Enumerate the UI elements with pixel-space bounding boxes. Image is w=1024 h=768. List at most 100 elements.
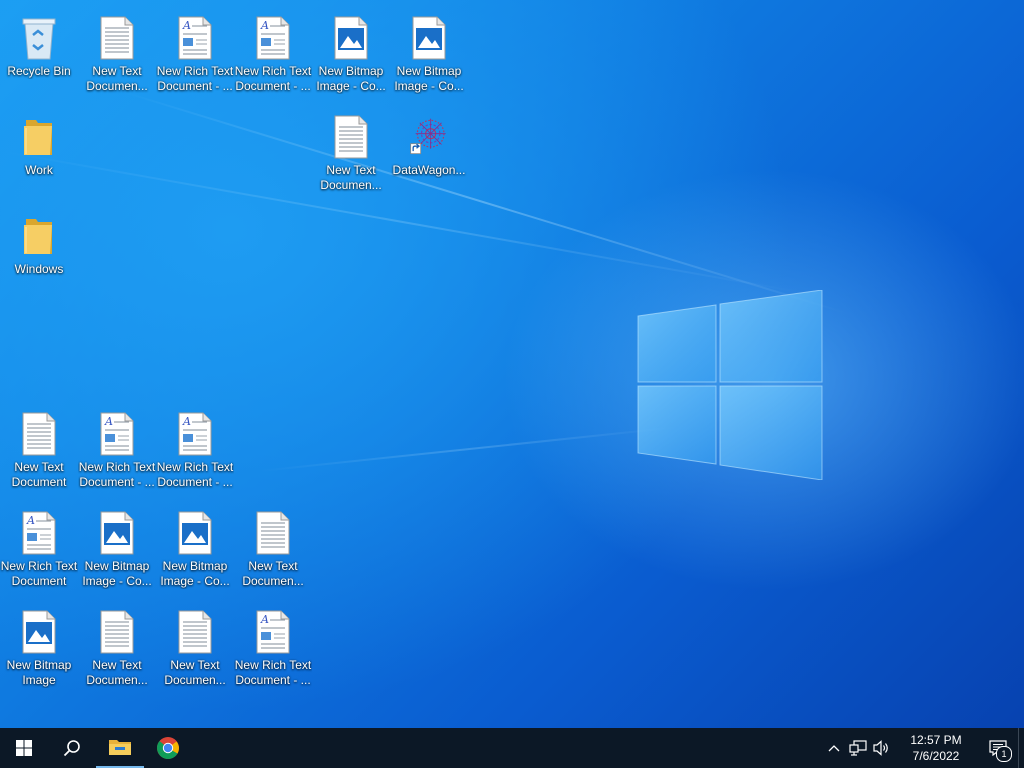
network-button[interactable] bbox=[846, 728, 870, 768]
desktop-icon-image: A bbox=[253, 608, 293, 656]
system-tray: 12:57 PM 7/6/2022 1 bbox=[822, 728, 1024, 768]
desktop-icon-label-line: Image - Co... bbox=[160, 574, 230, 588]
desktop-icon-label-line: New Text bbox=[92, 658, 142, 672]
chevron-up-icon bbox=[828, 745, 840, 752]
desktop-icon-label-line: New Text bbox=[326, 163, 376, 177]
desktop-icon[interactable]: DataWagon... bbox=[390, 109, 468, 201]
desktop-icon-label-line: Documen... bbox=[164, 673, 226, 687]
rich-text-document-icon: A bbox=[256, 16, 290, 60]
search-button[interactable] bbox=[48, 728, 96, 768]
desktop-icon-label: New Bitmap Image bbox=[0, 658, 78, 688]
desktop-icon-label-line: New Bitmap bbox=[162, 559, 228, 573]
svg-text:A: A bbox=[104, 415, 113, 428]
desktop-icon[interactable]: New Bitmap Image bbox=[0, 604, 78, 696]
desktop-icon-label-line: Recycle Bin bbox=[7, 64, 71, 78]
windows-logo-icon bbox=[16, 740, 32, 756]
desktop-icon-image: A bbox=[175, 14, 215, 62]
rich-text-document-icon: A bbox=[256, 610, 290, 654]
desktop-icon-label-line: New Rich Text bbox=[234, 658, 312, 672]
svg-text:A: A bbox=[260, 19, 269, 32]
desktop-icon[interactable]: New Text Documen... bbox=[156, 604, 234, 696]
desktop-icon-image bbox=[175, 509, 215, 557]
bitmap-image-icon bbox=[178, 511, 212, 555]
desktop-icon[interactable]: A New Rich Text Document bbox=[0, 505, 78, 597]
desktop-icon-label-line: Documen... bbox=[86, 79, 148, 93]
desktop-icon[interactable]: New Text Documen... bbox=[78, 604, 156, 696]
desktop-icon-label-line: Image bbox=[22, 673, 56, 687]
desktop-icon[interactable]: New Text Documen... bbox=[234, 505, 312, 597]
desktop-icon-label: DataWagon... bbox=[390, 163, 468, 178]
volume-icon bbox=[873, 740, 888, 756]
action-center-button[interactable]: 1 bbox=[978, 728, 1018, 768]
desktop-icon-label-line: New Rich Text bbox=[234, 64, 312, 78]
chrome-button[interactable] bbox=[144, 728, 192, 768]
desktop-icon[interactable]: A New Rich Text Document - ... bbox=[156, 10, 234, 102]
desktop-icon-label: New Text Document bbox=[0, 460, 78, 490]
desktop-icon-image bbox=[253, 509, 293, 557]
desktop-icon[interactable]: Recycle Bin bbox=[0, 10, 78, 102]
file-explorer-button[interactable] bbox=[96, 728, 144, 768]
desktop-icon[interactable]: New Bitmap Image - Co... bbox=[156, 505, 234, 597]
desktop-icon-label-line: Document - ... bbox=[157, 475, 233, 489]
clock[interactable]: 12:57 PM 7/6/2022 bbox=[900, 732, 972, 764]
desktop-icon-image bbox=[331, 14, 371, 62]
network-icon bbox=[849, 740, 867, 756]
desktop-icon[interactable]: Work bbox=[0, 109, 78, 201]
start-button[interactable] bbox=[0, 728, 48, 768]
desktop-icon[interactable]: New Text Documen... bbox=[78, 10, 156, 102]
desktop-icon-label-line: New Bitmap bbox=[396, 64, 462, 78]
desktop-icon[interactable]: A New Rich Text Document - ... bbox=[156, 406, 234, 498]
taskbar: 12:57 PM 7/6/2022 1 bbox=[0, 728, 1024, 768]
desktop-icon[interactable]: A New Rich Text Document - ... bbox=[234, 604, 312, 696]
desktop-icon-label-line: New Text bbox=[248, 559, 298, 573]
desktop-icon-label-line: Documen... bbox=[242, 574, 304, 588]
desktop-icon-label: New Bitmap Image - Co... bbox=[312, 64, 390, 94]
desktop-icon-label-line: Document bbox=[11, 574, 67, 588]
desktop-icon-label-line: Documen... bbox=[320, 178, 382, 192]
text-document-icon bbox=[100, 16, 134, 60]
desktop-icon-image bbox=[19, 113, 59, 161]
desktop-icon-image: A bbox=[253, 14, 293, 62]
desktop-icon-image bbox=[175, 608, 215, 656]
desktop[interactable]: Recycle Bin New Text Documen... A New Rich T… bbox=[0, 0, 1024, 728]
desktop-icon[interactable]: New Text Document bbox=[0, 406, 78, 498]
desktop-icon[interactable]: A New Rich Text Document - ... bbox=[78, 406, 156, 498]
desktop-icon-image bbox=[19, 410, 59, 458]
desktop-icon-label-line: New Rich Text bbox=[78, 460, 156, 474]
folder-icon bbox=[24, 219, 52, 254]
desktop-icon[interactable]: New Bitmap Image - Co... bbox=[312, 10, 390, 102]
light-beam bbox=[259, 426, 678, 472]
svg-text:A: A bbox=[260, 613, 269, 626]
desktop-icon-label: New Rich Text Document - ... bbox=[156, 460, 234, 490]
bitmap-image-icon bbox=[412, 16, 446, 60]
clock-time: 12:57 PM bbox=[910, 733, 962, 747]
desktop-icon[interactable]: A New Rich Text Document - ... bbox=[234, 10, 312, 102]
desktop-icon-label-line: New Rich Text bbox=[156, 64, 234, 78]
desktop-icon[interactable]: New Bitmap Image - Co... bbox=[78, 505, 156, 597]
desktop-icon-label: Windows bbox=[0, 262, 78, 277]
desktop-icon-label-line: Image - Co... bbox=[82, 574, 152, 588]
datawagon-app-icon bbox=[410, 118, 446, 155]
show-desktop-button[interactable] bbox=[1018, 728, 1024, 768]
desktop-icon[interactable]: New Bitmap Image - Co... bbox=[390, 10, 468, 102]
desktop-icon-label: Recycle Bin bbox=[0, 64, 78, 79]
desktop-icon[interactable]: New Text Documen... bbox=[312, 109, 390, 201]
windows-logo-wallpaper bbox=[637, 290, 823, 480]
desktop-icon-label: New Bitmap Image - Co... bbox=[390, 64, 468, 94]
recycle-bin-icon bbox=[22, 18, 56, 60]
desktop-icon-label-line: New Text bbox=[170, 658, 220, 672]
show-hidden-icons-button[interactable] bbox=[822, 728, 846, 768]
desktop-icon-label-line: New Rich Text bbox=[0, 559, 78, 573]
desktop-icon-label-line: Document - ... bbox=[235, 673, 311, 687]
desktop-icon-label: New Bitmap Image - Co... bbox=[78, 559, 156, 589]
desktop-icon-label-line: Image - Co... bbox=[316, 79, 386, 93]
text-document-icon bbox=[256, 511, 290, 555]
desktop-icon[interactable]: Windows bbox=[0, 208, 78, 300]
folder-icon bbox=[109, 740, 131, 755]
desktop-icon-label: New Rich Text Document - ... bbox=[156, 64, 234, 94]
desktop-icon-image bbox=[97, 608, 137, 656]
desktop-icon-image bbox=[331, 113, 371, 161]
desktop-icon-label-line: New Rich Text bbox=[156, 460, 234, 474]
desktop-icon-label-line: Document - ... bbox=[157, 79, 233, 93]
volume-button[interactable] bbox=[870, 728, 894, 768]
